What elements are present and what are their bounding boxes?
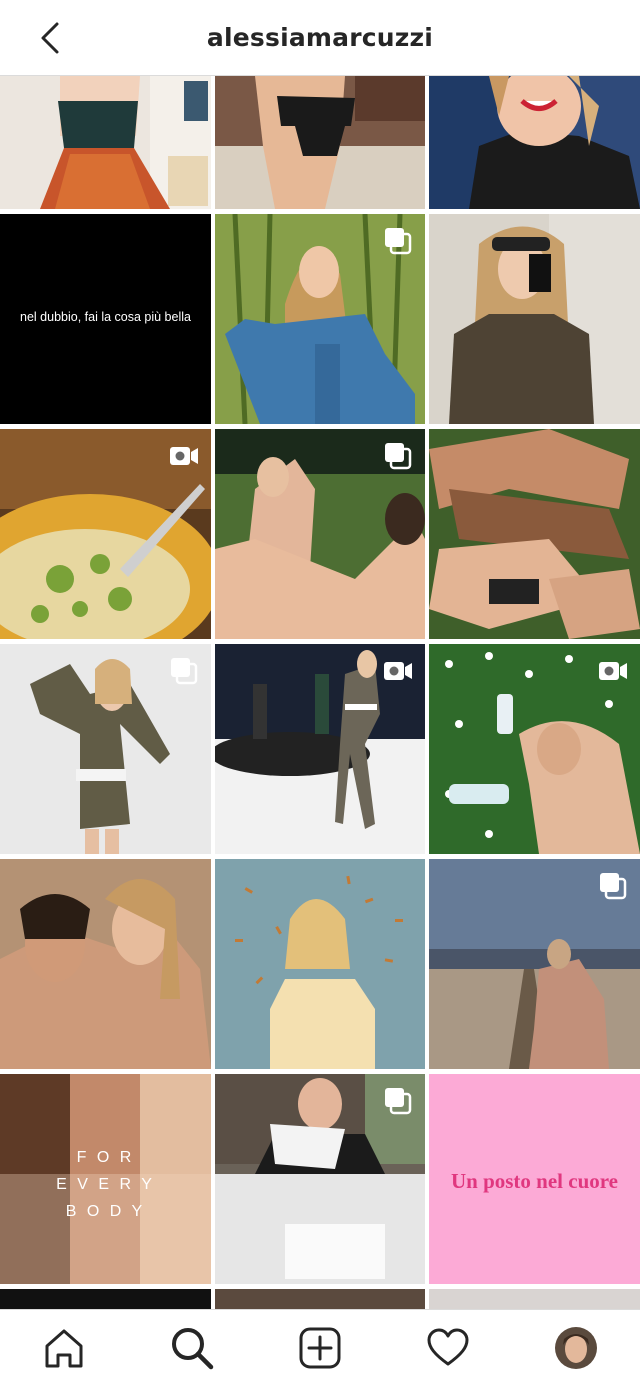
caption-line: B O D Y (65, 1203, 146, 1220)
carousel-icon (385, 1088, 412, 1115)
post-tile[interactable] (429, 1289, 640, 1309)
post-tile[interactable]: nel dubbio, fai la cosa più bella (0, 214, 211, 424)
video-icon (599, 662, 627, 680)
post-tile[interactable] (0, 76, 211, 209)
post-tile[interactable] (0, 644, 211, 854)
add-post-icon (299, 1327, 341, 1369)
post-tile[interactable] (429, 429, 640, 639)
back-button[interactable] (32, 20, 68, 56)
video-icon (384, 662, 412, 680)
post-thumbnail (429, 214, 640, 424)
page-title: alessiamarcuzzi (206, 23, 434, 52)
caption-line: E V E R Y (56, 1176, 155, 1193)
home-icon (45, 1329, 83, 1368)
post-tile[interactable] (0, 429, 211, 639)
post-tile[interactable] (429, 76, 640, 209)
post-tile[interactable] (215, 76, 425, 209)
carousel-icon (385, 443, 412, 470)
post-thumbnail (0, 76, 211, 209)
post-thumbnail (0, 859, 211, 1069)
post-tile[interactable] (215, 859, 425, 1069)
post-tile[interactable]: F O R E V E R Y B O D Y (0, 1074, 211, 1284)
profile-avatar (555, 1327, 597, 1369)
carousel-icon (600, 873, 627, 900)
post-tile[interactable] (429, 214, 640, 424)
posts-grid: nel dubbio, fai la cosa più bella F O R … (0, 76, 640, 1309)
post-caption-block: F O R E V E R Y B O D Y (0, 1144, 211, 1225)
post-tile[interactable] (215, 429, 425, 639)
caption-line: F O R (76, 1149, 135, 1166)
post-thumbnail (215, 859, 425, 1069)
search-icon (172, 1328, 214, 1370)
video-icon (170, 447, 198, 465)
carousel-icon (171, 658, 198, 685)
carousel-icon (385, 228, 412, 255)
post-caption: Un posto nel cuore (450, 1169, 619, 1193)
post-thumbnail (429, 429, 640, 639)
post-tile[interactable] (215, 214, 425, 424)
post-tile[interactable] (215, 644, 425, 854)
chevron-left-icon (41, 22, 59, 54)
post-thumbnail (215, 76, 425, 209)
nav-search[interactable] (162, 1318, 222, 1378)
post-tile[interactable] (429, 859, 640, 1069)
post-tile[interactable] (215, 1074, 425, 1284)
bottom-nav (0, 1309, 640, 1386)
post-tile[interactable] (429, 644, 640, 854)
activity-heart-icon (427, 1328, 469, 1366)
nav-new-post[interactable] (290, 1318, 350, 1378)
post-tile[interactable]: Un posto nel cuore (429, 1074, 640, 1284)
post-thumbnail (429, 76, 640, 209)
post-tile[interactable] (0, 859, 211, 1069)
nav-activity[interactable] (418, 1318, 478, 1378)
nav-profile[interactable] (546, 1318, 606, 1378)
post-tile[interactable] (0, 1289, 211, 1309)
post-caption: nel dubbio, fai la cosa più bella (20, 310, 191, 324)
header-bar: alessiamarcuzzi (0, 0, 640, 76)
post-tile[interactable] (215, 1289, 425, 1309)
nav-home[interactable] (34, 1318, 94, 1378)
